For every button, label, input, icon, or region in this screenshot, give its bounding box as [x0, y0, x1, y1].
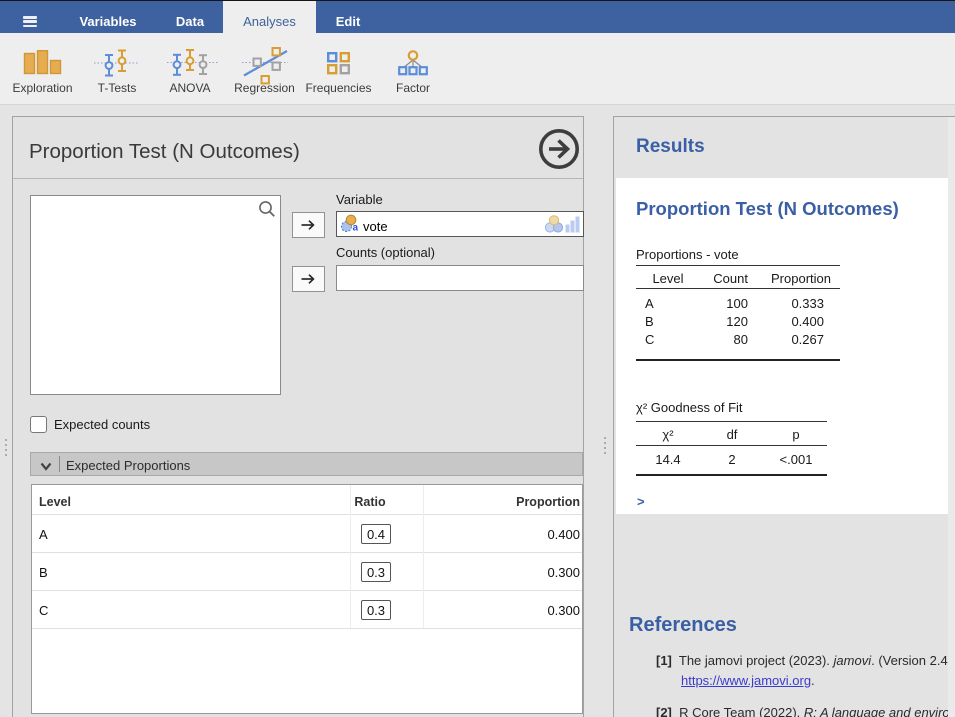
- svg-text:a: a: [353, 223, 359, 233]
